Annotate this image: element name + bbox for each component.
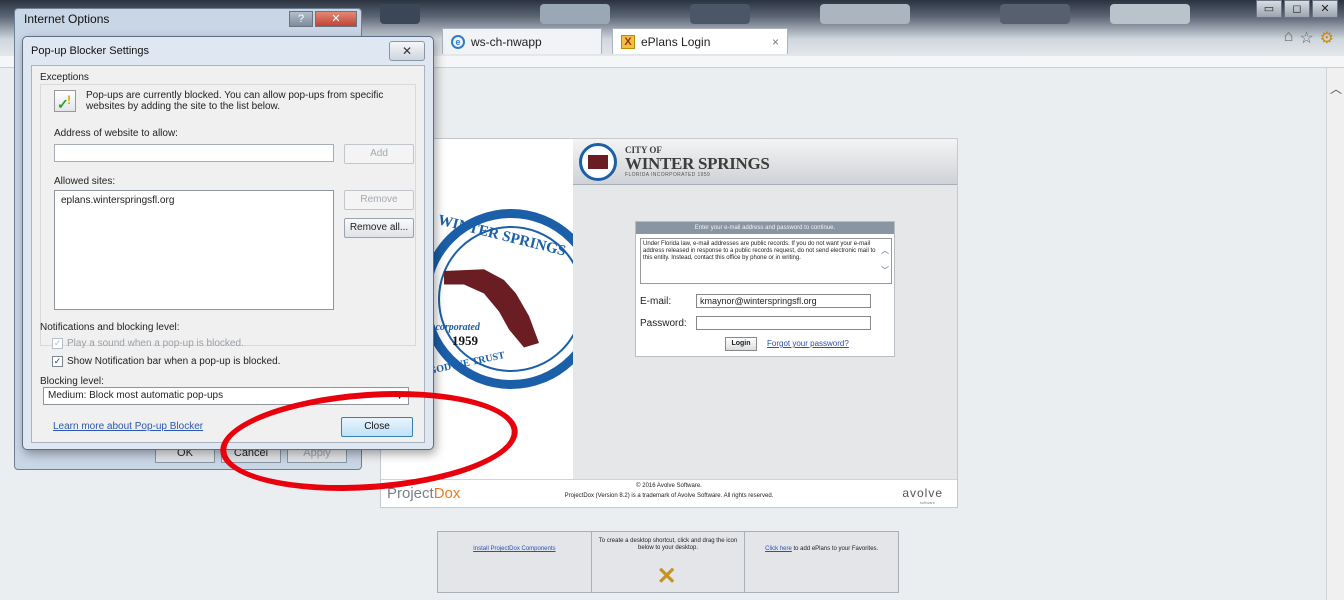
- warning-icon: !: [67, 93, 71, 107]
- browser-icons: ⌂ ☆ ⚙: [1284, 28, 1334, 48]
- city-seal-logo: WINTER SPRINGS Incorporated 1959 GOD WE …: [421, 209, 573, 389]
- components-panel: Install ProjectDox Components To create …: [437, 531, 899, 593]
- taskbar-blob: [690, 4, 750, 24]
- projectdox-shortcut-icon[interactable]: ✕: [656, 565, 678, 589]
- close-window-button[interactable]: ✕: [1312, 0, 1338, 18]
- allowed-sites-label: Allowed sites:: [54, 176, 116, 187]
- star-icon[interactable]: ☆: [1299, 28, 1313, 48]
- list-item[interactable]: eplans.winterspringsfl.org: [55, 191, 333, 210]
- minimize-button[interactable]: ▭: [1256, 0, 1282, 18]
- city-banner: CITY OF WINTER SPRINGS FLORIDA INCORPORA…: [573, 139, 957, 185]
- eplans-login-panel: WINTER SPRINGS Incorporated 1959 GOD WE …: [380, 138, 958, 508]
- home-icon[interactable]: ⌂: [1284, 28, 1294, 48]
- banner-seal-logo: [579, 143, 617, 181]
- ie-icon: e: [451, 34, 465, 49]
- allowed-sites-list[interactable]: eplans.winterspringsfl.org: [54, 190, 334, 310]
- tab-label: ws-ch-nwapp: [471, 34, 542, 49]
- taskbar-blob: [1000, 4, 1070, 24]
- show-notification-bar-checkbox[interactable]: ✓ Show Notification bar when a pop-up is…: [52, 356, 280, 367]
- blocking-level-value: Medium: Block most automatic pop-ups: [48, 390, 224, 401]
- install-components-cell: Install ProjectDox Components: [438, 532, 591, 592]
- scroll-up-icon[interactable]: ︿: [881, 247, 889, 255]
- popup-blocker-dialog: Pop-up Blocker Settings ✕ Exceptions ✓ !…: [22, 36, 434, 450]
- trademark-text: ProjectDox (Version 8.2) is a trademark …: [564, 493, 774, 499]
- checkbox-box[interactable]: ✓: [52, 338, 63, 349]
- favorites-text: to add ePlans to your Favorites.: [791, 546, 879, 552]
- vertical-scrollbar[interactable]: ︿: [1326, 68, 1344, 600]
- eplans-footer: ProjectDox © 2016 Avolve Software. Proje…: [381, 479, 957, 507]
- shortcut-text: To create a desktop shortcut, click and …: [598, 538, 738, 551]
- email-label: E-mail:: [640, 296, 672, 307]
- dialog-controls: ? ✕: [289, 11, 357, 27]
- login-header: Enter your e-mail address and password t…: [636, 222, 894, 234]
- add-favorites-link[interactable]: Click here: [765, 546, 792, 552]
- tab-eplans-login[interactable]: X ePlans Login ×: [612, 28, 788, 54]
- banner-subtitle: FLORIDA INCORPORATED 1959: [625, 172, 711, 178]
- taskbar-blob: [540, 4, 610, 24]
- remove-button[interactable]: Remove: [344, 190, 414, 210]
- blocking-level-select[interactable]: Medium: Block most automatic pop-ups ▼: [43, 387, 409, 405]
- learn-more-link[interactable]: Learn more about Pop-up Blocker: [53, 421, 203, 432]
- dialog-title: Pop-up Blocker Settings: [31, 45, 150, 57]
- remove-all-button[interactable]: Remove all...: [344, 218, 414, 238]
- address-label: Address of website to allow:: [54, 128, 178, 139]
- checkbox-box[interactable]: ✓: [52, 356, 63, 367]
- login-area: CITY OF WINTER SPRINGS FLORIDA INCORPORA…: [573, 139, 957, 479]
- notice-text: Under Florida law, e-mail addresses are …: [643, 241, 876, 261]
- close-x-button[interactable]: ✕: [389, 41, 425, 61]
- tab-close-icon[interactable]: ×: [772, 35, 779, 49]
- password-field[interactable]: [696, 316, 871, 330]
- dropdown-arrow-icon: ▼: [395, 391, 404, 401]
- tab-ws-ch-nwapp[interactable]: e ws-ch-nwapp: [442, 28, 602, 54]
- info-text: Pop-ups are currently blocked. You can a…: [86, 90, 384, 112]
- taskbar-blob: [380, 4, 420, 24]
- install-components-link[interactable]: Install ProjectDox Components: [473, 546, 555, 552]
- add-button[interactable]: Add: [344, 144, 414, 164]
- tab-label: ePlans Login: [641, 34, 711, 49]
- avolve-logo: avolve: [902, 486, 943, 500]
- forgot-password-link[interactable]: Forgot your password?: [767, 339, 849, 348]
- taskbar-blob: [820, 4, 910, 24]
- gear-icon[interactable]: ⚙: [1320, 28, 1334, 48]
- close-dialog-button[interactable]: ✕: [315, 11, 357, 27]
- seal-year: 1959: [452, 333, 478, 348]
- play-sound-label: Play a sound when a pop-up is blocked.: [67, 338, 244, 349]
- show-bar-label: Show Notification bar when a pop-up is b…: [67, 356, 281, 367]
- address-input[interactable]: [54, 144, 334, 162]
- login-button[interactable]: Login: [725, 337, 757, 351]
- login-form: Enter your e-mail address and password t…: [635, 221, 895, 357]
- email-field[interactable]: kmaynor@winterspringsfl.org: [696, 294, 871, 308]
- notifications-label: Notifications and blocking level:: [40, 322, 180, 333]
- dialog-title: Internet Options: [24, 12, 110, 26]
- avolve-logo-sub: software: [919, 500, 935, 505]
- maximize-button[interactable]: ◻: [1284, 0, 1310, 18]
- shortcut-cell: To create a desktop shortcut, click and …: [590, 532, 745, 592]
- password-label: Password:: [640, 318, 687, 329]
- help-button[interactable]: ?: [289, 11, 313, 27]
- popup-shield-icon: ✓ !: [54, 90, 76, 112]
- close-button[interactable]: Close: [341, 417, 413, 437]
- play-sound-checkbox[interactable]: ✓ Play a sound when a pop-up is blocked.: [52, 338, 244, 349]
- window-controls: ▭ ◻ ✕: [1256, 0, 1338, 18]
- banner-city-name: WINTER SPRINGS: [625, 154, 770, 173]
- seal-incorporated: Incorporated: [426, 322, 480, 333]
- scroll-up-arrow-icon[interactable]: ︿: [1330, 80, 1342, 97]
- blocking-level-label: Blocking level:: [40, 376, 104, 387]
- projectdox-x-icon: X: [621, 34, 635, 49]
- public-records-notice[interactable]: Under Florida law, e-mail addresses are …: [640, 238, 892, 284]
- scroll-down-icon[interactable]: ﹀: [881, 267, 889, 275]
- exceptions-label: Exceptions: [40, 72, 89, 83]
- copyright-text: © 2016 Avolve Software.: [636, 483, 702, 489]
- favorites-cell: Click here to add ePlans to your Favorit…: [744, 532, 898, 592]
- taskbar-blob: [1110, 4, 1190, 24]
